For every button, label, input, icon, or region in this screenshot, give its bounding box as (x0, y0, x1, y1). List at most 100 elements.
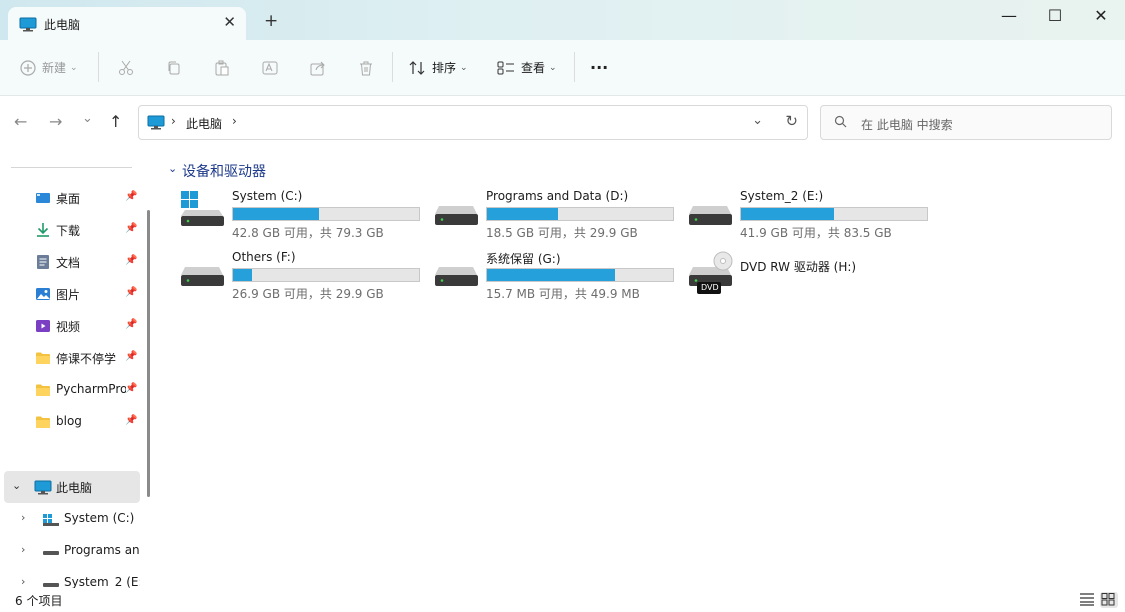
minimize-button[interactable]: — (986, 6, 1032, 25)
tree-item-label: System_2 (E:) (64, 575, 140, 588)
chevron-right-icon[interactable]: › (232, 114, 237, 128)
drive-item[interactable]: System_2 (E:) 41.9 GB 可用，共 83.5 GB (688, 189, 938, 248)
search-box[interactable]: 在 此电脑 中搜索 (820, 105, 1112, 140)
group-header[interactable]: 设备和驱动器 (182, 161, 266, 181)
details-view-button[interactable] (1079, 592, 1097, 608)
more-icon: ··· (590, 58, 609, 77)
navigation-bar: ← → ⌄ ↑ › 此电脑 › ⌄ ↻ 在 此电脑 中搜索 (0, 96, 1125, 148)
drive-item[interactable]: System (C:) 42.8 GB 可用，共 79.3 GB (180, 189, 430, 248)
close-button[interactable]: ✕ (1078, 6, 1124, 25)
sidebar-item-this-pc[interactable]: ⌄ 此电脑 (4, 471, 140, 503)
capacity-fill (741, 208, 834, 220)
sort-label: 排序 (432, 61, 457, 75)
tab-this-pc[interactable]: 此电脑 ✕ (8, 7, 246, 40)
sidebar-item-videos[interactable]: 视频 📌 (0, 311, 145, 341)
pin-icon: 📌 (125, 319, 138, 330)
pin-icon: 📌 (125, 383, 138, 394)
chevron-down-icon[interactable]: ⌄ (168, 162, 177, 175)
new-label: 新建 (42, 61, 67, 75)
chevron-right-icon[interactable]: › (21, 575, 25, 588)
back-button[interactable]: ← (14, 112, 27, 131)
chevron-down-icon[interactable]: ⌄ (12, 479, 21, 492)
recent-locations-button[interactable]: ⌄ (82, 111, 93, 126)
sidebar-item-pictures[interactable]: 图片 📌 (0, 279, 145, 309)
tree-item-label: Programs and Data (D:) (64, 543, 140, 557)
divider (11, 167, 132, 168)
drive-space-info: 26.9 GB 可用，共 29.9 GB (232, 287, 384, 301)
drive-space-info: 15.7 MB 可用，共 49.9 MB (486, 287, 640, 301)
maximize-button[interactable]: ☐ (1032, 6, 1078, 25)
forward-button[interactable]: → (49, 112, 62, 131)
new-tab-button[interactable]: + (264, 11, 278, 31)
drive-item[interactable]: Programs and Data (D:) 18.5 GB 可用，共 29.9… (434, 189, 684, 248)
sidebar-item-documents[interactable]: 文档 📌 (0, 247, 145, 277)
breadcrumb-this-pc[interactable]: 此电脑 (186, 115, 222, 132)
chevron-right-icon[interactable]: › (21, 543, 25, 556)
tree-item-drive[interactable]: › System_2 (E:) (0, 568, 145, 588)
address-dropdown-button[interactable]: ⌄ (752, 113, 763, 128)
view-button[interactable]: 查看 ⌄ (497, 40, 557, 95)
sidebar-item-label: 桌面 (56, 192, 81, 206)
drive-item[interactable]: 系统保留 (G:) 15.7 MB 可用，共 49.9 MB (434, 251, 684, 309)
chevron-right-icon[interactable]: › (171, 114, 176, 128)
windows-drive-icon (43, 514, 59, 529)
drive-name: System (C:) (232, 189, 303, 203)
tab-close-icon[interactable]: ✕ (223, 13, 236, 31)
tab-title: 此电脑 (44, 18, 81, 32)
paste-button[interactable] (214, 40, 230, 95)
details-view-icon (1080, 593, 1094, 606)
windows-drive-icon (180, 190, 226, 233)
desktop-icon (35, 190, 51, 206)
sidebar-item-folder[interactable]: PycharmPro 📌 (0, 375, 145, 405)
sidebar-item-folder[interactable]: 停课不停学 📌 (0, 343, 145, 373)
sidebar-scrollbar[interactable] (147, 210, 150, 497)
delete-icon (358, 60, 374, 76)
sidebar-item-label: 文档 (56, 256, 81, 270)
sidebar-item-desktop[interactable]: 桌面 📌 (0, 183, 145, 213)
item-count: 6 个项目 (15, 594, 63, 608)
refresh-button[interactable]: ↻ (785, 112, 798, 130)
hard-drive-icon (688, 190, 734, 233)
new-button[interactable]: 新建 ⌄ (20, 40, 78, 95)
cut-button[interactable] (118, 40, 134, 95)
sidebar-item-downloads[interactable]: 下载 📌 (0, 215, 145, 245)
up-button[interactable]: ↑ (109, 112, 122, 131)
more-options-button[interactable]: ··· (590, 40, 608, 95)
drive-name: Others (F:) (232, 250, 296, 264)
drive-item[interactable]: Others (F:) 26.9 GB 可用，共 29.9 GB (180, 250, 430, 309)
dvd-drive-item[interactable]: DVD DVD RW 驱动器 (H:) (688, 251, 938, 309)
drive-space-info: 41.9 GB 可用，共 83.5 GB (740, 226, 892, 240)
command-bar: 新建 ⌄ 排序 ⌄ 查看 ⌄ ··· (0, 40, 1125, 96)
drive-space-info: 42.8 GB 可用，共 79.3 GB (232, 226, 384, 240)
tree-item-drive[interactable]: › Programs and Data (D:) (0, 536, 145, 566)
view-icon (497, 60, 515, 76)
share-icon (310, 60, 326, 76)
folder-icon (35, 350, 51, 366)
address-bar[interactable]: › 此电脑 › ⌄ ↻ (138, 105, 808, 140)
divider (392, 52, 393, 82)
sort-icon (408, 60, 426, 76)
delete-button[interactable] (358, 40, 374, 95)
tree-item-drive[interactable]: › System (C:) (0, 504, 145, 534)
hard-drive-icon (43, 578, 59, 588)
chevron-right-icon[interactable]: › (21, 511, 25, 524)
sidebar-item-folder[interactable]: blog 📌 (0, 407, 145, 437)
sort-button[interactable]: 排序 ⌄ (408, 40, 468, 95)
hard-drive-icon (43, 546, 59, 561)
dvd-drive-icon: DVD (688, 251, 734, 300)
tiles-view-button[interactable] (1100, 592, 1118, 608)
share-button[interactable] (310, 40, 326, 95)
copy-button[interactable] (166, 40, 182, 95)
chevron-down-icon: ⌄ (549, 62, 557, 73)
pin-icon: 📌 (125, 255, 138, 266)
content-pane: ⌄ 设备和驱动器 System (C:) 42.8 GB 可用，共 79.3 G… (160, 150, 1125, 588)
capacity-bar (486, 268, 674, 282)
new-icon (20, 59, 36, 76)
pin-icon: 📌 (125, 191, 138, 202)
sidebar-item-label: blog (56, 414, 82, 428)
capacity-bar (232, 268, 420, 282)
capacity-fill (233, 269, 252, 281)
this-pc-icon (147, 115, 165, 133)
rename-button[interactable] (262, 40, 278, 95)
rename-icon (262, 60, 278, 76)
